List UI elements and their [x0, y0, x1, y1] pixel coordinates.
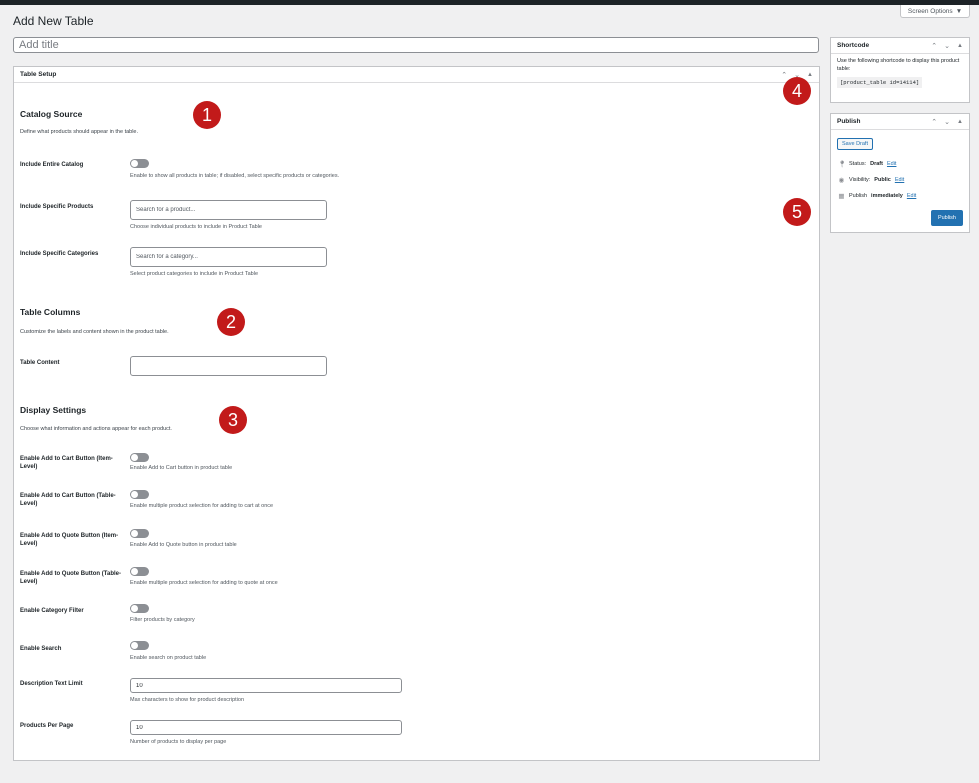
include-categories-help: Select product categories to include in … [130, 271, 259, 277]
visibility-edit-link[interactable]: Edit [895, 177, 904, 183]
screen-options-button[interactable]: Screen Options ▼ [900, 5, 970, 18]
publish-date-value: immediately [871, 193, 903, 199]
annotation-badge-2: 2 [217, 308, 245, 336]
setting-label: Enable Search [20, 646, 62, 652]
table-content-input[interactable] [130, 356, 327, 376]
visibility-label: Visibility: [849, 177, 871, 183]
setting-label: Enable Category Filter [20, 608, 84, 614]
desc-limit-label: Description Text Limit [20, 681, 83, 687]
annotation-badge-3: 3 [219, 406, 247, 434]
admin-bar [0, 0, 979, 5]
setting-label: Enable Add to Quote Button (Table-Level) [20, 571, 121, 585]
include-categories-label: Include Specific Categories [20, 251, 99, 257]
visibility-row: ◉ Visibility: Public Edit [838, 176, 905, 184]
per-page-input[interactable] [130, 720, 402, 735]
visibility-value: Public [874, 177, 891, 183]
product-search-input[interactable] [130, 200, 327, 220]
eye-icon: ◉ [838, 177, 845, 184]
table-columns-desc: Customize the labels and content shown i… [20, 329, 169, 335]
display-settings-title: Display Settings [20, 405, 87, 415]
publish-title: Publish [837, 118, 861, 125]
table-setup-title: Table Setup [20, 71, 57, 78]
setting-help: Enable Add to Cart button in product tab… [130, 465, 233, 471]
per-page-help: Number of products to display per page [130, 739, 227, 745]
screen-options-arrow-icon: ▼ [955, 7, 963, 15]
setting-label: Enable Add to Cart Button (Item-Level) [20, 456, 113, 470]
desc-limit-help: Max characters to show for product descr… [130, 697, 245, 703]
caret-up-icon[interactable]: ▲ [807, 72, 813, 78]
publish-date-row: ▦ Publish immediately Edit [838, 192, 916, 200]
pin-icon: 📍︎ [838, 161, 847, 168]
status-row: 📍︎ Status: Draft Edit [838, 160, 896, 168]
table-content-label: Table Content [20, 360, 60, 366]
shortcode-title: Shortcode [837, 42, 870, 49]
chevron-down-icon[interactable]: ⌄ [944, 42, 950, 50]
setting-toggle[interactable] [130, 490, 149, 499]
status-value: Draft [870, 161, 883, 167]
catalog-source-title: Catalog Source [20, 109, 83, 119]
caret-up-icon[interactable]: ▲ [957, 43, 963, 49]
shortcode-instructions: Use the following shortcode to display t… [837, 58, 960, 72]
setting-toggle[interactable] [130, 567, 149, 576]
include-products-label: Include Specific Products [20, 204, 94, 210]
setting-toggle[interactable] [130, 641, 149, 650]
page-title: Add New Table [13, 14, 94, 28]
annotation-badge-1: 1 [193, 101, 221, 129]
shortcode-header[interactable]: Shortcode ⌃ ⌄ ▲ [831, 38, 969, 54]
include-entire-catalog-help: Enable to show all products in table; if… [130, 173, 340, 179]
title-input[interactable] [13, 37, 819, 53]
publish-button[interactable]: Publish [930, 210, 963, 226]
publish-actions: ⌃ ⌄ ▲ [931, 118, 963, 126]
table-setup-header[interactable]: Table Setup ⌃ ⌄ ▲ [14, 67, 819, 83]
annotation-badge-5: 5 [783, 198, 811, 226]
catalog-source-desc: Define what products should appear in th… [20, 129, 139, 135]
screen-options-label: Screen Options [907, 7, 953, 15]
setting-help: Enable search on product table [130, 655, 207, 661]
setting-toggle[interactable] [130, 604, 149, 613]
save-draft-button[interactable]: Save Draft [837, 138, 873, 150]
chevron-down-icon[interactable]: ⌄ [944, 118, 950, 126]
include-entire-catalog-label: Include Entire Catalog [20, 162, 84, 168]
table-setup-box: Table Setup ⌃ ⌄ ▲ Catalog Source Define … [13, 66, 820, 761]
publish-header[interactable]: Publish ⌃ ⌄ ▲ [831, 114, 969, 130]
include-entire-catalog-toggle[interactable] [130, 159, 149, 168]
chevron-up-icon[interactable]: ⌃ [931, 118, 937, 126]
status-edit-link[interactable]: Edit [887, 161, 896, 167]
include-products-help: Choose individual products to include in… [130, 224, 262, 230]
desc-limit-input[interactable] [130, 678, 402, 693]
annotation-badge-4: 4 [783, 77, 811, 105]
caret-up-icon[interactable]: ▲ [957, 119, 963, 125]
setting-toggle[interactable] [130, 529, 149, 538]
setting-help: Enable multiple product selection for ad… [130, 503, 274, 509]
setting-label: Enable Add to Cart Button (Table-Level) [20, 493, 116, 507]
calendar-icon: ▦ [838, 193, 845, 200]
shortcode-box: Shortcode ⌃ ⌄ ▲ Use the following shortc… [830, 37, 970, 103]
setting-help: Filter products by category [130, 617, 195, 623]
display-settings-desc: Choose what information and actions appe… [20, 426, 172, 432]
chevron-up-icon[interactable]: ⌃ [931, 42, 937, 50]
shortcode-actions: ⌃ ⌄ ▲ [931, 42, 963, 50]
shortcode-code[interactable]: [product_table id=14114] [837, 77, 923, 88]
publish-box: Publish ⌃ ⌄ ▲ Save Draft 📍︎ Status: Draf… [830, 113, 970, 233]
chevron-up-icon[interactable]: ⌃ [781, 71, 787, 79]
status-label: Status: [849, 161, 867, 167]
publish-date-edit-link[interactable]: Edit [907, 193, 916, 199]
category-search-input[interactable] [130, 247, 327, 267]
publish-date-label: Publish [849, 193, 868, 199]
per-page-label: Products Per Page [20, 723, 74, 729]
table-columns-title: Table Columns [20, 307, 81, 317]
setting-label: Enable Add to Quote Button (Item-Level) [20, 533, 119, 547]
setting-toggle[interactable] [130, 453, 149, 462]
setting-help: Enable Add to Quote button in product ta… [130, 542, 237, 548]
setting-help: Enable multiple product selection for ad… [130, 580, 278, 586]
